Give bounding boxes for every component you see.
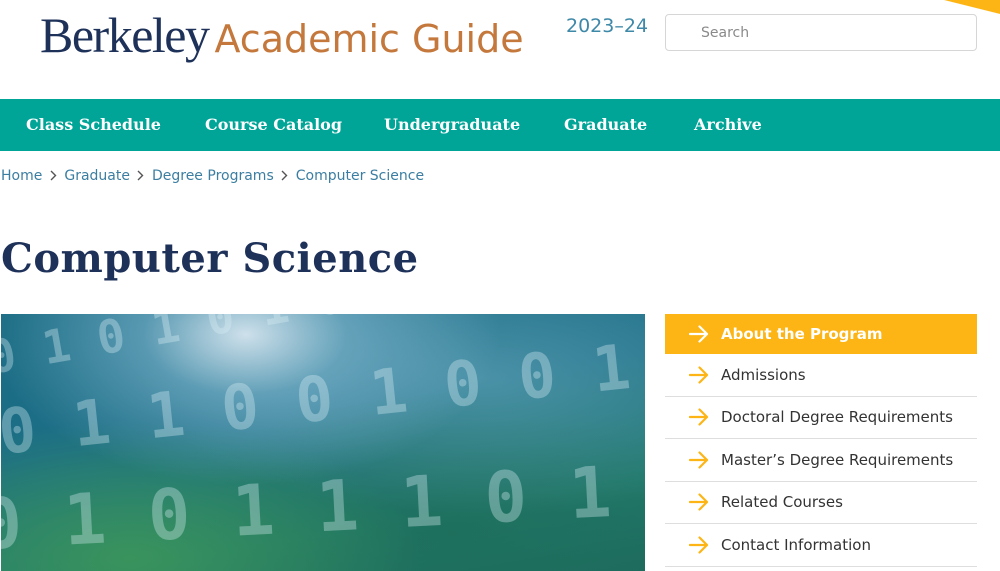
nav-item-undergraduate[interactable]: Undergraduate: [384, 99, 520, 151]
site-logo[interactable]: Berkeley Academic Guide 2023–24: [40, 6, 648, 76]
sidebar-item-related-courses[interactable]: Related Courses: [665, 482, 977, 524]
nav-item-class-schedule[interactable]: Class Schedule: [26, 99, 161, 151]
arrow-right-icon: [689, 536, 709, 554]
chevron-right-icon: [42, 168, 64, 184]
logo-academic-guide-text: Academic Guide: [214, 17, 524, 61]
nav-item-archive[interactable]: Archive: [694, 99, 762, 151]
program-sidebar-nav: About the Program Admissions Doctoral De…: [665, 314, 977, 567]
site-header: Berkeley Academic Guide 2023–24: [0, 0, 1000, 99]
logo-berkeley-text: Berkeley: [40, 7, 210, 63]
arrow-right-icon: [689, 366, 709, 384]
sidebar-item-label: Admissions: [721, 365, 806, 384]
breadcrumb-computer-science[interactable]: Computer Science: [296, 168, 424, 184]
sidebar-item-label: Contact Information: [721, 535, 871, 554]
breadcrumb-degree-programs[interactable]: Degree Programs: [152, 168, 274, 184]
chevron-right-icon: [130, 168, 152, 184]
arrow-right-icon: [689, 325, 709, 343]
search-box: [665, 14, 977, 51]
page-title: Computer Science: [1, 235, 419, 282]
sidebar-item-label: About the Program: [721, 325, 883, 343]
arrow-right-icon: [689, 451, 709, 469]
sidebar-item-label: Doctoral Degree Requirements: [721, 408, 953, 427]
arrow-right-icon: [689, 493, 709, 511]
sidebar-item-admissions[interactable]: Admissions: [665, 354, 977, 397]
nav-item-graduate[interactable]: Graduate: [564, 99, 647, 151]
sidebar-item-about-the-program[interactable]: About the Program: [665, 314, 977, 354]
sidebar-item-label: Master’s Degree Requirements: [721, 450, 954, 469]
sidebar-item-label: Related Courses: [721, 493, 843, 512]
chevron-right-icon: [274, 168, 296, 184]
sidebar-item-contact-information[interactable]: Contact Information: [665, 524, 977, 567]
breadcrumb-graduate[interactable]: Graduate: [64, 168, 130, 184]
breadcrumb: Home Graduate Degree Programs Computer Scie…: [1, 168, 424, 190]
main-nav: Class Schedule Course Catalog Undergradu…: [0, 99, 1000, 151]
search-input[interactable]: [667, 16, 967, 49]
nav-item-course-catalog[interactable]: Course Catalog: [205, 99, 342, 151]
arrow-right-icon: [689, 408, 709, 426]
breadcrumb-home[interactable]: Home: [1, 168, 42, 184]
binary-digits-decoration: 0 1 0 1 0 1 0 1 1 0 1 1 1 1 0 1 1 0 0 1 …: [1, 314, 645, 566]
hero-image-binary-code: 0 1 0 1 0 1 0 1 1 0 1 1 1 1 0 1 1 0 0 1 …: [1, 314, 645, 571]
logo-year-text: 2023–24: [566, 15, 649, 37]
sidebar-item-masters-degree-requirements[interactable]: Master’s Degree Requirements: [665, 439, 977, 482]
corner-accent-decoration: [927, 0, 1000, 16]
sidebar-item-doctoral-degree-requirements[interactable]: Doctoral Degree Requirements: [665, 397, 977, 439]
